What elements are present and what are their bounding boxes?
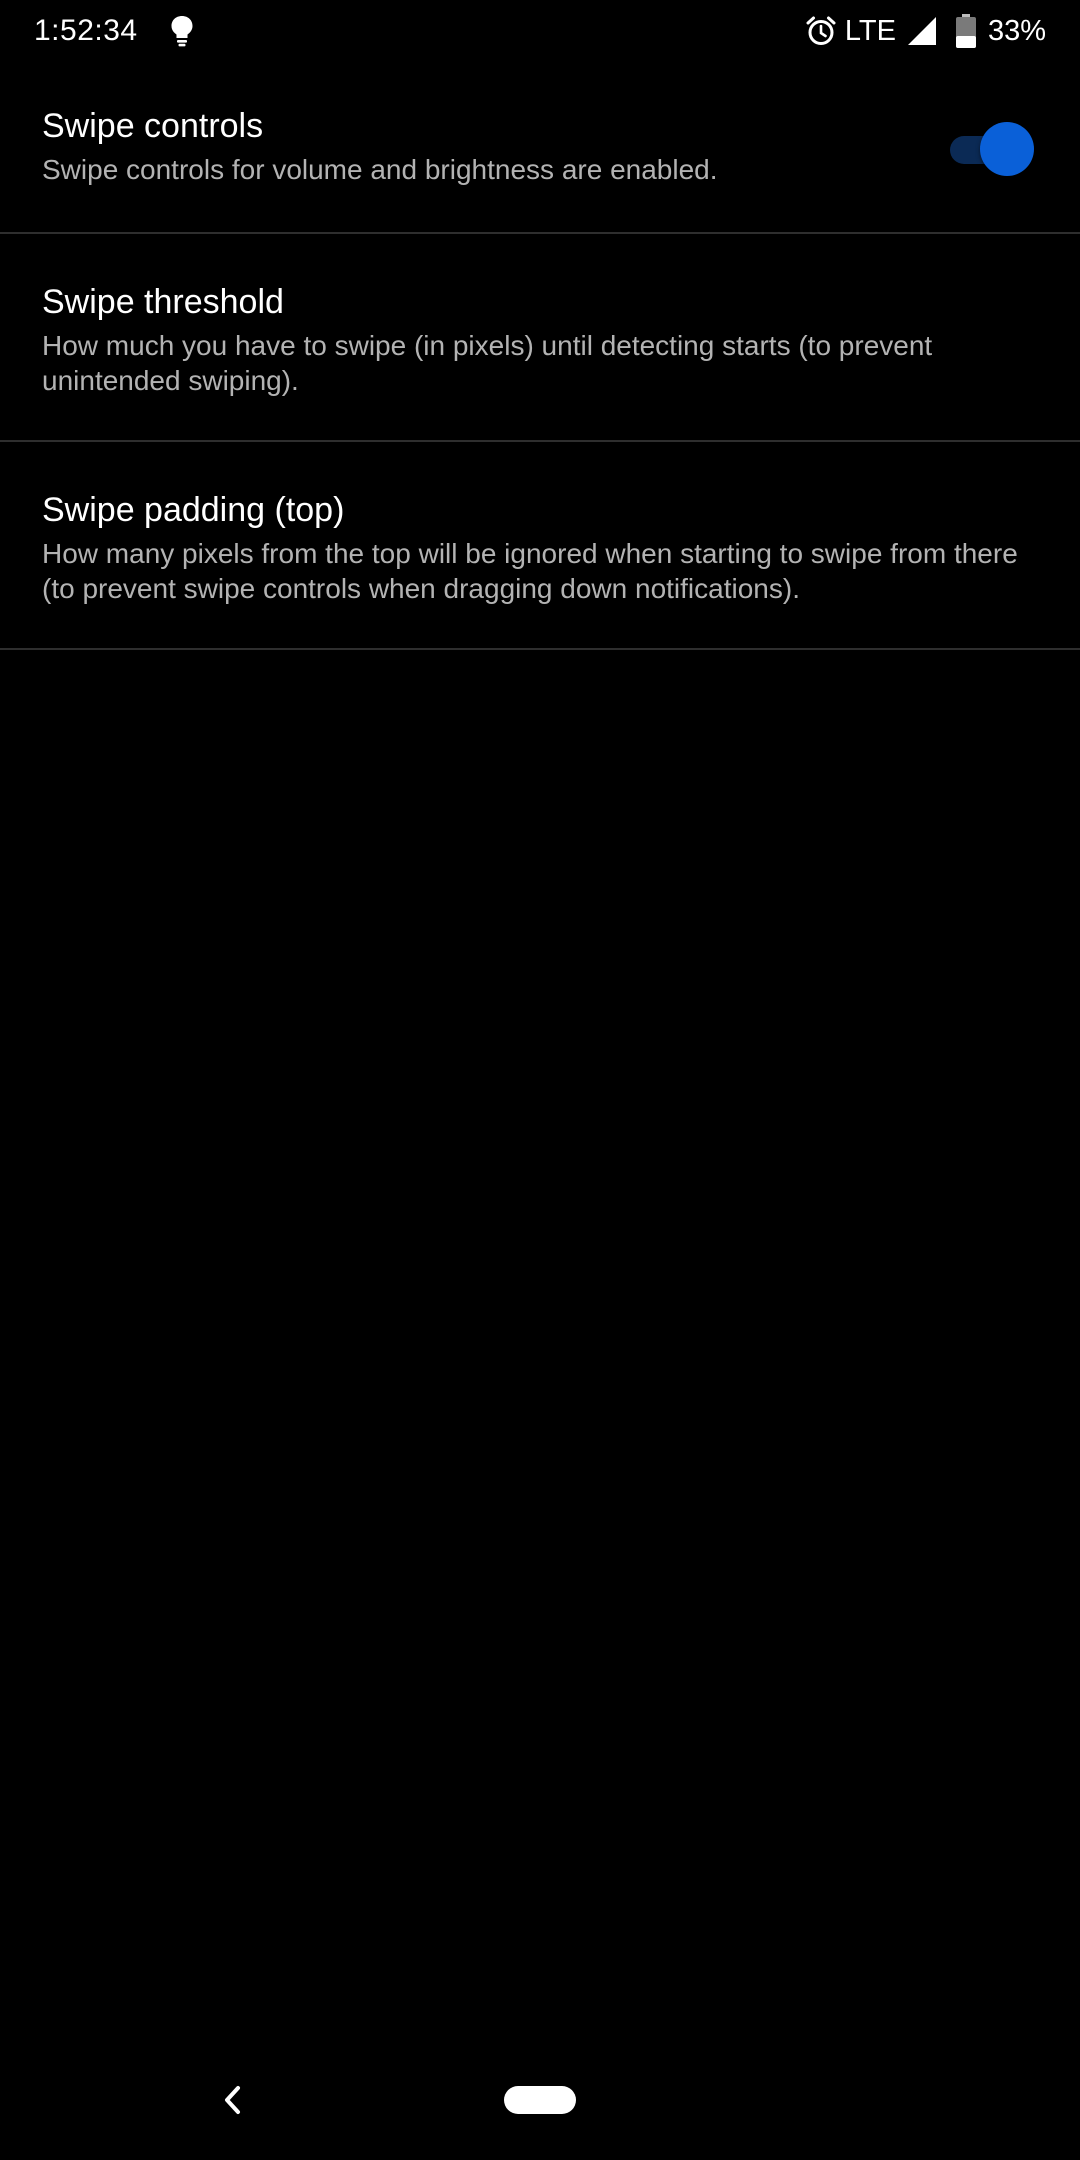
setting-title: Swipe controls (42, 107, 264, 145)
swipe-controls-switch[interactable] (950, 120, 1034, 178)
status-bar-right: LTE 33% (795, 14, 1046, 48)
setting-summary: How many pixels from the top will be ign… (42, 538, 1018, 604)
network-type-label: LTE (844, 14, 896, 47)
status-time: 1:52:34 (34, 14, 138, 47)
status-bar: 1:52:34 LTE 33% (0, 0, 1080, 62)
signal-icon (906, 15, 938, 47)
switch-thumb (980, 122, 1034, 176)
battery-icon (955, 14, 976, 48)
settings-list: Swipe controls Swipe controls for volume… (0, 62, 1080, 650)
setting-swipe-controls[interactable]: Swipe controls Swipe controls for volume… (0, 62, 1080, 234)
battery-percent: 33% (987, 14, 1046, 47)
setting-summary: Swipe controls for volume and brightness… (42, 154, 718, 185)
navigation-bar (0, 2040, 1080, 2160)
status-bar-left: 1:52:34 (34, 14, 194, 48)
back-icon[interactable] (216, 2080, 250, 2120)
setting-swipe-padding-top[interactable]: Swipe padding (top) How many pixels from… (0, 442, 1080, 650)
lightbulb-icon (170, 15, 194, 47)
setting-swipe-threshold[interactable]: Swipe threshold How much you have to swi… (0, 234, 1080, 442)
setting-title: Swipe threshold (42, 283, 284, 321)
setting-title: Swipe padding (top) (42, 491, 345, 529)
home-pill[interactable] (504, 2086, 576, 2114)
screen: 1:52:34 LTE 33% Swipe controls Swipe con… (0, 0, 1080, 2160)
setting-summary: How much you have to swipe (in pixels) u… (42, 330, 933, 396)
alarm-icon (805, 15, 837, 47)
